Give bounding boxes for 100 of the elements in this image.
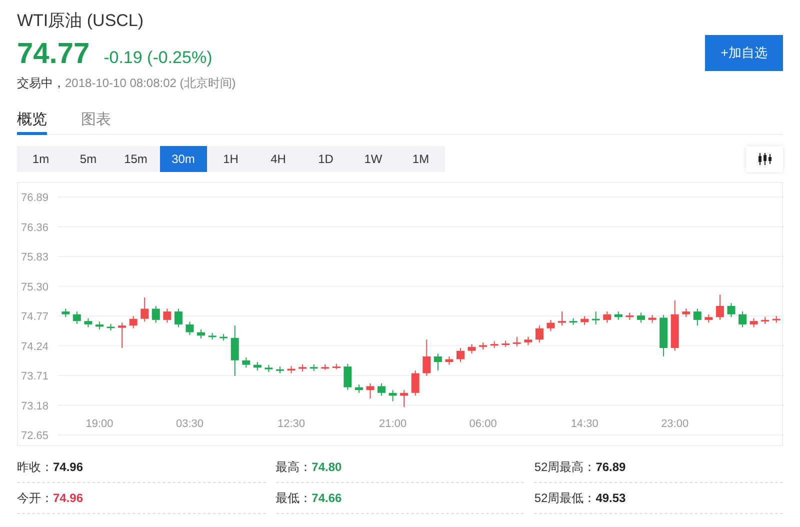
stat-value: 74.66 [312,490,342,506]
candle [738,310,747,328]
candle [603,310,612,323]
candle [197,328,206,338]
candle [682,308,690,318]
candle [626,312,634,320]
candle [750,317,758,328]
candle [693,308,702,326]
candle [321,363,330,370]
candle [84,317,92,328]
candle [276,366,284,374]
interval-button[interactable]: 1m [17,146,64,172]
tab[interactable]: 图表 [81,108,111,134]
interval-button[interactable]: 4H [254,146,302,172]
candle [761,316,770,324]
candle [366,382,374,399]
candle [468,343,476,354]
candle [479,341,488,350]
y-axis-label: 74.77 [21,310,49,322]
candle [648,314,656,323]
interval-button[interactable]: 1D [302,146,350,172]
candle [592,310,600,324]
candle [242,356,250,368]
candle [704,313,713,323]
candle [411,369,420,396]
candle [72,310,81,324]
candle [174,308,182,328]
timestamp: 2018-10-10 08:08:02 (北京时间) [65,74,236,90]
price-change: -0.19 (-0.25%) [104,47,212,69]
candle [378,382,386,396]
x-axis-label: 06:00 [469,418,497,430]
candle [660,314,668,356]
candle [512,336,521,346]
candle [422,338,431,376]
trading-status: 交易中， [17,74,65,90]
candle [716,294,724,320]
candle [298,363,307,372]
candle [62,308,70,318]
candle [332,362,340,370]
candle [524,336,532,346]
stat-label: 今开： [17,490,53,506]
candle [118,322,126,348]
y-axis-label: 73.18 [21,400,49,412]
y-axis-label: 72.65 [21,430,49,442]
x-axis-label: 14:30 [570,418,598,430]
stat-label: 昨收： [17,458,53,476]
candle [220,332,228,341]
stat-value: 74.96 [53,490,84,506]
x-axis-label: 12:30 [278,418,306,430]
last-price: 74.77 [17,38,90,70]
candle [310,363,318,371]
chart-type-button[interactable] [746,146,783,172]
y-axis-label: 75.83 [21,251,49,263]
candle [502,340,510,347]
stat-label: 最高： [276,458,312,476]
candle [400,389,408,407]
stat-value: 74.80 [312,458,342,476]
candle [129,315,138,328]
candle [569,317,578,325]
candle [253,361,262,370]
candle [287,364,296,374]
candle [558,310,566,326]
interval-button[interactable]: 15m [112,146,160,172]
stat-label: 52周最高： [534,458,596,476]
y-axis-label: 76.36 [21,221,49,234]
instrument-title: WTI原油 (USCL) [17,10,145,32]
stat-label: 52周最低： [534,490,596,506]
candle [636,312,645,323]
stat-value: 76.89 [596,458,626,476]
candle [95,320,104,330]
interval-button[interactable]: 5m [64,146,112,172]
candle [434,352,442,370]
candle [264,364,273,372]
candle [186,320,194,336]
candle [727,302,736,318]
candle [580,315,589,325]
candle [140,296,149,322]
x-axis-label: 03:30 [176,418,204,430]
candle [546,318,555,332]
candle [772,315,780,323]
candle [106,322,115,331]
candle [388,389,397,402]
tab[interactable]: 概览 [17,108,47,134]
candle [208,332,216,340]
y-axis-label: 73.71 [21,370,49,382]
candle [456,347,464,362]
stat-value: 49.53 [596,490,626,506]
candle [670,299,679,351]
interval-button[interactable]: 1H [207,146,254,172]
x-axis-label: 21:00 [379,418,407,430]
interval-button[interactable]: 30m [160,146,207,172]
candle [445,355,454,365]
y-axis-label: 74.24 [21,340,49,352]
y-axis-label: 76.89 [21,192,49,204]
candle [614,310,622,320]
candle [230,324,239,376]
add-watchlist-button[interactable]: +加自选 [705,35,783,71]
interval-button[interactable]: 1M [397,146,444,172]
interval-button[interactable]: 1W [350,146,397,172]
stat-label: 最低： [276,490,312,506]
